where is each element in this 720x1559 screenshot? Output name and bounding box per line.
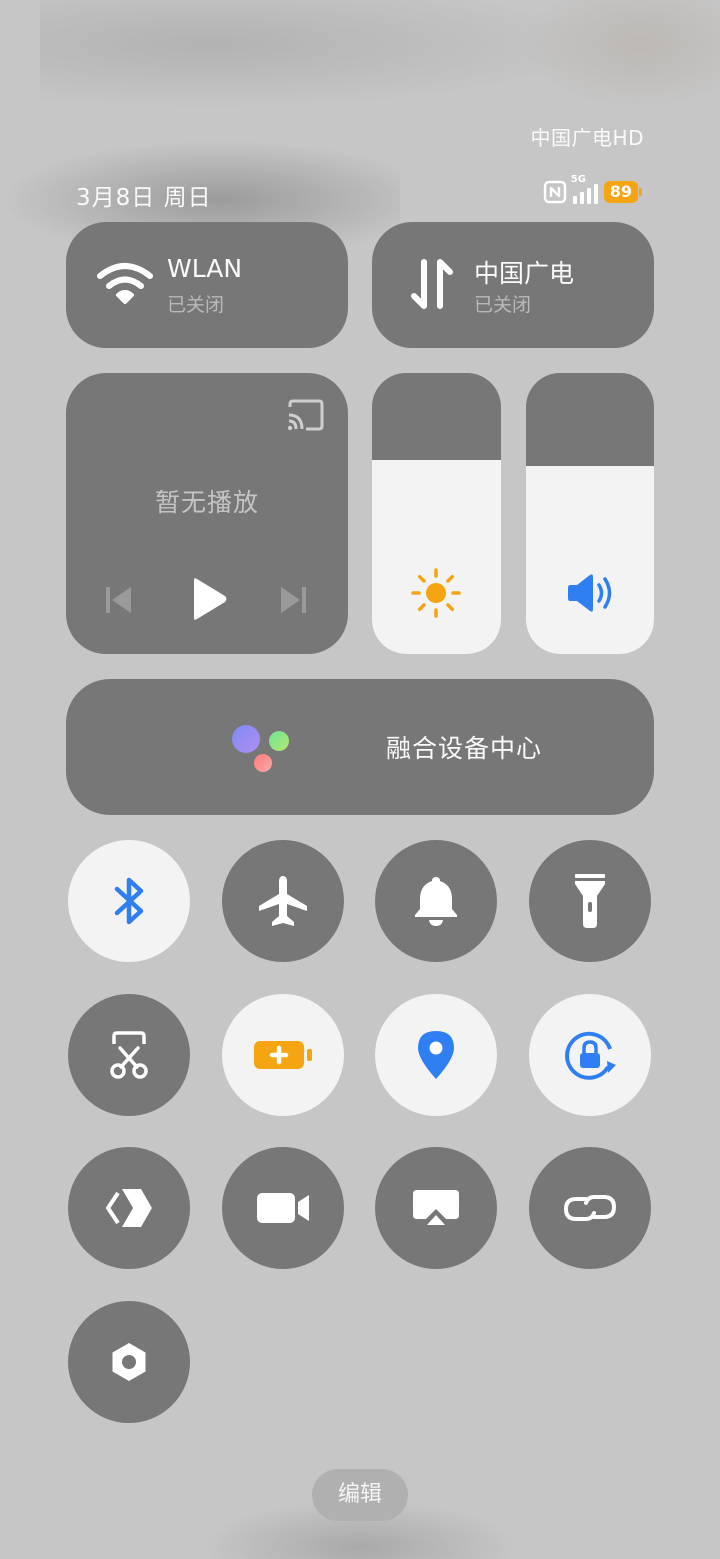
- mobile-data-tile[interactable]: 中国广电 已关闭: [372, 222, 654, 348]
- carrier-name: 中国广电HD: [530, 126, 644, 150]
- carrier-title: 中国广电: [474, 259, 575, 288]
- battery-indicator: 89: [603, 181, 643, 203]
- device-center-label: 融合设备中心: [386, 734, 543, 763]
- media-empty-text: 暂无播放: [154, 488, 259, 517]
- cast-icon[interactable]: [286, 399, 324, 431]
- wifi-icon: [97, 263, 153, 304]
- volume-slider[interactable]: [526, 373, 654, 654]
- wlan-status: 已关闭: [167, 294, 225, 316]
- video-camera-icon: [257, 1193, 309, 1223]
- hexagon-settings-icon: [112, 1343, 146, 1381]
- location-pin-icon: [418, 1031, 454, 1079]
- date-label: 3月8日 周日: [76, 185, 212, 211]
- mobile-data-status: 已关闭: [474, 294, 532, 316]
- device-center-tile[interactable]: 融合设备中心: [66, 679, 654, 815]
- ring-mode-toggle[interactable]: [375, 840, 497, 962]
- screen-cast-toggle[interactable]: [375, 1147, 497, 1269]
- link-toggle[interactable]: [529, 1147, 651, 1269]
- nfc-icon: [543, 180, 566, 204]
- rotation-lock-icon: [565, 1031, 616, 1080]
- battery-saver-toggle[interactable]: [222, 994, 344, 1116]
- device-center-icon: [232, 725, 289, 772]
- bluetooth-icon: [114, 877, 144, 925]
- location-toggle[interactable]: [375, 994, 497, 1116]
- airplane-mode-toggle[interactable]: [222, 840, 344, 962]
- speaker-icon: [568, 574, 612, 612]
- status-icons: 5G 89: [543, 174, 643, 206]
- bell-icon: [415, 877, 457, 926]
- edit-button[interactable]: 编辑: [312, 1469, 408, 1521]
- flashlight-icon: [575, 874, 605, 928]
- next-icon[interactable]: [278, 585, 308, 615]
- scissors-icon: [110, 1031, 148, 1079]
- sun-icon: [411, 568, 461, 618]
- airplane-icon: [259, 876, 307, 926]
- screen-record-toggle[interactable]: [222, 1147, 344, 1269]
- brightness-level-fill: [372, 460, 501, 654]
- network-type: 5G: [570, 174, 586, 185]
- nearby-share-toggle[interactable]: [68, 1147, 190, 1269]
- rotation-lock-toggle[interactable]: [529, 994, 651, 1116]
- wlan-title: WLAN: [167, 254, 243, 283]
- screenshot-toggle[interactable]: [68, 994, 190, 1116]
- bluetooth-toggle[interactable]: [68, 840, 190, 962]
- volume-level-fill: [526, 465, 654, 654]
- flashlight-toggle[interactable]: [529, 840, 651, 962]
- previous-icon[interactable]: [104, 585, 134, 615]
- screen-cast-icon: [413, 1190, 459, 1225]
- share-diamond-icon: [106, 1189, 152, 1227]
- media-player-tile[interactable]: 暂无播放: [66, 373, 348, 654]
- brightness-slider[interactable]: [372, 373, 501, 654]
- battery-plus-icon: [254, 1041, 312, 1069]
- play-icon[interactable]: [190, 577, 228, 621]
- hexagon-settings-toggle[interactable]: [68, 1301, 190, 1423]
- data-arrows-icon: [411, 259, 453, 309]
- wlan-tile[interactable]: WLAN 已关闭: [66, 222, 348, 348]
- link-icon: [563, 1195, 617, 1221]
- signal-icon: 5G: [571, 174, 598, 204]
